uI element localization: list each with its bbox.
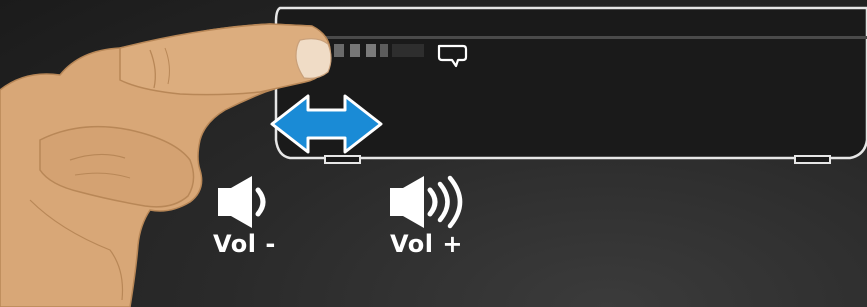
speaker-low-icon	[218, 176, 266, 228]
device	[274, 6, 867, 164]
device-top-strip	[282, 36, 867, 39]
volume-gesture-diagram	[0, 6, 867, 307]
speaker-high-icon	[390, 175, 463, 229]
device-feet-right	[794, 155, 831, 164]
fingernail	[295, 38, 332, 79]
hand	[0, 23, 332, 307]
volume-down-label: Vol -	[213, 230, 276, 258]
device-feet-left	[324, 155, 361, 164]
volume-up-label: Vol +	[390, 230, 463, 258]
